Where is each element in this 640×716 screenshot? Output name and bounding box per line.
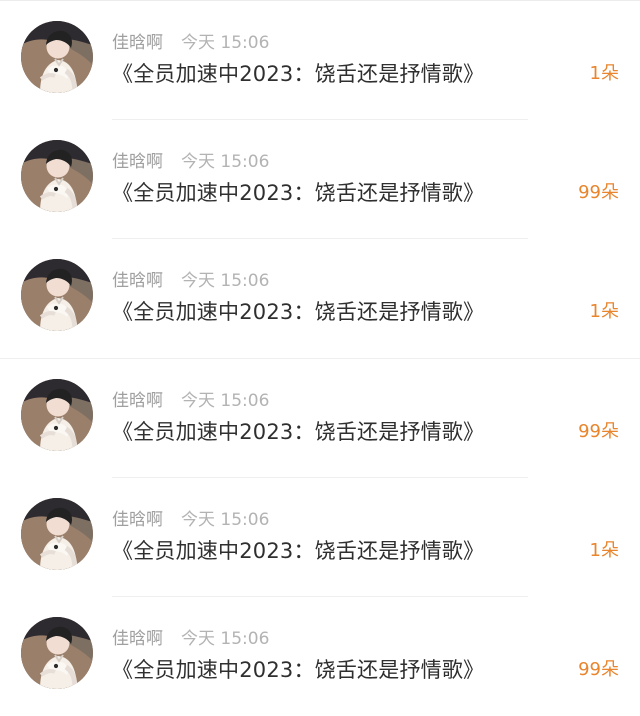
list-item[interactable]: 佳晗啊 今天 15:06 《全员加速中2023：饶舌还是抒情歌》 99朵 [0, 359, 640, 478]
gift-count: 99朵 [578, 659, 619, 680]
item-meta: 佳晗啊 今天 15:06 [112, 31, 269, 55]
username[interactable]: 佳晗啊 [112, 508, 163, 532]
list-item[interactable]: 佳晗啊 今天 15:06 《全员加速中2023：饶舌还是抒情歌》 99朵 [0, 597, 640, 716]
gift-count: 1朵 [589, 540, 619, 561]
list-item[interactable]: 佳晗啊 今天 15:06 《全员加速中2023：饶舌还是抒情歌》 1朵 [0, 239, 640, 359]
gift-count: 99朵 [578, 182, 619, 203]
list-item[interactable]: 佳晗啊 今天 15:06 《全员加速中2023：饶舌还是抒情歌》 1朵 [0, 1, 640, 120]
username[interactable]: 佳晗啊 [112, 31, 163, 55]
avatar-image [21, 498, 93, 570]
item-meta: 佳晗啊 今天 15:06 [112, 269, 269, 293]
list-item[interactable]: 佳晗啊 今天 15:06 《全员加速中2023：饶舌还是抒情歌》 99朵 [0, 120, 640, 239]
avatar-image [21, 140, 93, 212]
avatar-image [21, 379, 93, 451]
avatar[interactable] [21, 379, 93, 451]
item-meta: 佳晗啊 今天 15:06 [112, 389, 269, 413]
username[interactable]: 佳晗啊 [112, 627, 163, 651]
item-meta: 佳晗啊 今天 15:06 [112, 627, 269, 651]
username[interactable]: 佳晗啊 [112, 389, 163, 413]
avatar[interactable] [21, 498, 93, 570]
timestamp: 今天 15:06 [181, 33, 270, 53]
avatar-image [21, 617, 93, 689]
item-meta: 佳晗啊 今天 15:06 [112, 508, 269, 532]
item-title[interactable]: 《全员加速中2023：饶舌还是抒情歌》 [112, 536, 484, 566]
avatar[interactable] [21, 617, 93, 689]
timestamp: 今天 15:06 [181, 152, 270, 172]
username[interactable]: 佳晗啊 [112, 150, 163, 174]
avatar[interactable] [21, 140, 93, 212]
avatar[interactable] [21, 259, 93, 331]
timestamp: 今天 15:06 [181, 391, 270, 411]
item-title[interactable]: 《全员加速中2023：饶舌还是抒情歌》 [112, 59, 484, 89]
gift-count: 1朵 [589, 63, 619, 84]
gift-count: 1朵 [589, 301, 619, 322]
timestamp: 今天 15:06 [181, 510, 270, 530]
timestamp: 今天 15:06 [181, 629, 270, 649]
gift-record-list: 佳晗啊 今天 15:06 《全员加速中2023：饶舌还是抒情歌》 1朵 佳晗啊 … [0, 0, 640, 709]
item-meta: 佳晗啊 今天 15:06 [112, 150, 269, 174]
avatar-image [21, 21, 93, 93]
gift-count: 99朵 [578, 421, 619, 442]
item-title[interactable]: 《全员加速中2023：饶舌还是抒情歌》 [112, 417, 484, 447]
item-title[interactable]: 《全员加速中2023：饶舌还是抒情歌》 [112, 178, 484, 208]
avatar-image [21, 259, 93, 331]
item-title[interactable]: 《全员加速中2023：饶舌还是抒情歌》 [112, 297, 484, 327]
item-title[interactable]: 《全员加速中2023：饶舌还是抒情歌》 [112, 655, 484, 685]
timestamp: 今天 15:06 [181, 271, 270, 291]
username[interactable]: 佳晗啊 [112, 269, 163, 293]
avatar[interactable] [21, 21, 93, 93]
list-item[interactable]: 佳晗啊 今天 15:06 《全员加速中2023：饶舌还是抒情歌》 1朵 [0, 478, 640, 597]
